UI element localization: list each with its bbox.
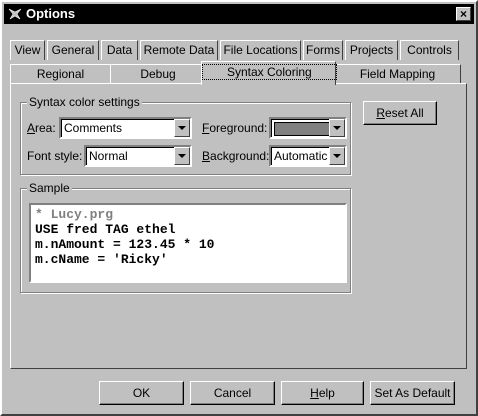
title-bar: Options × xyxy=(4,4,474,24)
tab-data[interactable]: Data xyxy=(101,40,138,60)
sample-code-preview: * Lucy.prg USE fred TAG ethel m.nAmount … xyxy=(29,203,347,283)
reset-all-button[interactable]: Reset All xyxy=(363,101,437,125)
tab-projects[interactable]: Projects xyxy=(345,40,398,60)
syntax-color-settings-group: Syntax color settings Area: Comments Fon… xyxy=(20,95,351,175)
window-title: Options xyxy=(26,6,76,21)
tab-view[interactable]: View xyxy=(10,40,45,60)
chevron-down-icon[interactable] xyxy=(329,119,345,137)
font-style-dropdown[interactable]: Normal xyxy=(84,145,192,167)
foreground-label: Foreground: xyxy=(202,121,268,135)
sample-line-amount: m.nAmount = 123.45 * 10 xyxy=(35,237,215,252)
tab-regional[interactable]: Regional xyxy=(10,64,111,84)
app-icon xyxy=(8,8,22,20)
options-dialog: Options × View General Data Remote Data … xyxy=(0,0,478,416)
font-style-value: Normal xyxy=(89,149,128,163)
tab-general[interactable]: General xyxy=(47,40,99,60)
tab-debug[interactable]: Debug xyxy=(110,64,206,84)
chevron-down-icon[interactable] xyxy=(174,147,190,165)
close-button[interactable]: × xyxy=(456,7,471,21)
tab-field-mapping[interactable]: Field Mapping xyxy=(334,64,461,84)
close-icon: × xyxy=(459,7,467,21)
tab-remote-data[interactable]: Remote Data xyxy=(140,40,218,60)
syntax-color-settings-label: Syntax color settings xyxy=(27,95,142,109)
background-value: Automatic xyxy=(274,149,328,163)
area-dropdown[interactable]: Comments xyxy=(59,117,192,139)
sample-line-use: USE fred TAG ethel xyxy=(35,222,176,237)
ok-button[interactable]: OK xyxy=(99,381,184,405)
sample-group: Sample * Lucy.prg USE fred TAG ethel m.n… xyxy=(20,181,351,293)
sample-line-name: m.cName = 'Ricky' xyxy=(35,252,168,267)
sample-line-comment: * Lucy.prg xyxy=(35,207,114,222)
foreground-color-dropdown[interactable] xyxy=(269,117,347,139)
tab-file-locations[interactable]: File Locations xyxy=(220,40,301,60)
area-value: Comments xyxy=(64,121,123,135)
foreground-color-swatch xyxy=(274,122,333,136)
chevron-down-icon[interactable] xyxy=(329,147,345,165)
chevron-down-icon[interactable] xyxy=(174,119,190,137)
sample-label: Sample xyxy=(27,181,72,195)
help-button[interactable]: Help xyxy=(281,381,364,405)
tab-forms[interactable]: Forms xyxy=(303,40,343,60)
background-color-dropdown[interactable]: Automatic xyxy=(269,145,347,167)
background-label: Background: xyxy=(202,149,270,163)
syntax-coloring-panel: Syntax color settings Area: Comments Fon… xyxy=(10,83,467,369)
tab-controls[interactable]: Controls xyxy=(400,40,459,60)
font-style-label: Font style: xyxy=(27,149,83,163)
set-as-default-button[interactable]: Set As Default xyxy=(370,381,455,405)
area-label: Area: xyxy=(27,121,56,135)
tab-syntax-coloring[interactable]: Syntax Coloring xyxy=(201,61,337,85)
cancel-button[interactable]: Cancel xyxy=(190,381,275,405)
